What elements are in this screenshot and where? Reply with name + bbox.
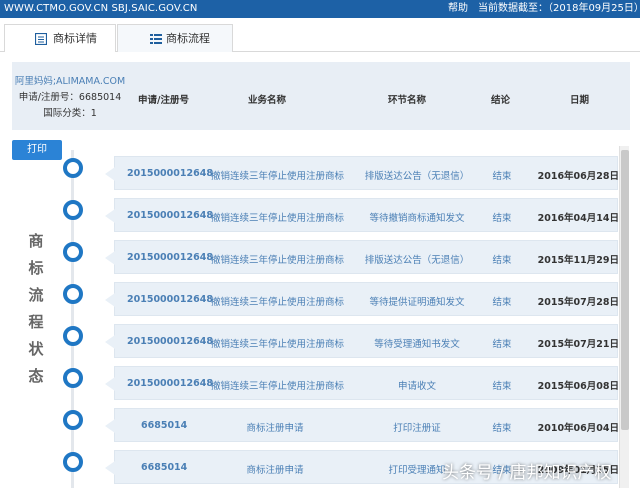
row-date: 2015年06月08日	[537, 381, 619, 392]
international-class: 国际分类：1	[43, 108, 97, 119]
row-step: 申请收文	[397, 381, 436, 392]
timeline-node	[63, 284, 83, 304]
row-step: 等待提供证明通知发文	[369, 297, 465, 308]
row-reg-number: 2015000012648	[127, 252, 213, 263]
row-step: 等待撤销商标通知发文	[369, 213, 465, 224]
row-business: 撤销连续三年停止使用注册商标	[211, 255, 345, 266]
tab-trademark-process[interactable]: 商标流程	[117, 24, 233, 52]
title-char: 态	[28, 367, 44, 385]
row-reg-number: 6685014	[141, 462, 188, 473]
row-business: 撤销连续三年停止使用注册商标	[211, 171, 345, 182]
row-result: 结束	[492, 339, 512, 350]
tab-label: 商标流程	[166, 32, 210, 45]
col-step-name: 环节名称	[388, 95, 427, 106]
row-result: 结束	[492, 381, 512, 392]
process-row[interactable]: 2015000012648 撤销连续三年停止使用注册商标 排版送达公告（无退信）…	[105, 240, 619, 274]
site-urls: WWW.CTMO.GOV.CN SBJ.SAIC.GOV.CN	[4, 3, 198, 14]
row-result: 结束	[492, 213, 512, 224]
row-pointer	[105, 461, 115, 475]
list-icon	[150, 34, 162, 44]
title-char: 程	[28, 313, 44, 331]
col-business-name: 业务名称	[248, 95, 287, 106]
row-reg-number: 2015000012648	[127, 336, 213, 347]
row-result: 结束	[492, 423, 512, 434]
title-char: 标	[28, 259, 44, 277]
row-business: 商标注册申请	[246, 465, 304, 476]
timeline-node	[63, 368, 83, 388]
process-row[interactable]: 2015000012648 撤销连续三年停止使用注册商标 等待受理通知书发文 结…	[105, 324, 619, 358]
col-reg-number: 申请/注册号	[138, 95, 189, 106]
data-cutoff-date: 当前数据截至：（2018年09月25日）	[478, 3, 640, 14]
process-row[interactable]: 2015000012648 撤销连续三年停止使用注册商标 等待撤销商标通知发文 …	[105, 198, 619, 232]
owner-name: 阿里妈妈;ALIMAMA.COM	[14, 76, 126, 87]
process-row[interactable]: 6685014 商标注册申请 打印注册证 结束 2010年06月04日	[105, 408, 619, 442]
row-pointer	[105, 293, 115, 307]
watermark-text: 头条号 / 唐邦知识产权	[442, 463, 612, 483]
scrollbar-thumb[interactable]	[621, 150, 629, 430]
timeline-node	[63, 326, 83, 346]
row-date: 2015年07月21日	[537, 339, 619, 350]
scrollbar[interactable]	[619, 146, 629, 488]
col-result: 结论	[491, 95, 511, 106]
timeline-node	[63, 242, 83, 262]
row-result: 结束	[492, 297, 512, 308]
timeline-node	[63, 452, 83, 472]
row-reg-number: 2015000012648	[127, 210, 213, 221]
row-business: 撤销连续三年停止使用注册商标	[211, 381, 345, 392]
process-row[interactable]: 2015000012648 撤销连续三年停止使用注册商标 等待提供证明通知发文 …	[105, 282, 619, 316]
row-date: 2015年11月29日	[537, 255, 619, 266]
row-pointer	[105, 335, 115, 349]
row-business: 商标注册申请	[246, 423, 304, 434]
row-reg-number: 2015000012648	[127, 168, 213, 179]
title-char: 流	[28, 286, 44, 304]
row-pointer	[105, 377, 115, 391]
row-business: 撤销连续三年停止使用注册商标	[211, 213, 345, 224]
row-step: 等待受理通知书发文	[374, 339, 460, 350]
row-step: 排版送达公告（无退信）	[364, 171, 470, 182]
help-link[interactable]: 帮助	[448, 0, 468, 18]
timeline-node	[63, 200, 83, 220]
row-reg-number: 2015000012648	[127, 378, 213, 389]
row-result: 结束	[492, 255, 512, 266]
process-row[interactable]: 2015000012648 撤销连续三年停止使用注册商标 申请收文 结束 201…	[105, 366, 619, 400]
timeline-node	[63, 158, 83, 178]
row-date: 2015年07月28日	[537, 297, 619, 308]
process-status-title: 商 标 流 程 状 态	[24, 228, 48, 390]
registration-number: 申请/注册号：6685014	[18, 92, 122, 103]
title-char: 状	[28, 340, 44, 358]
row-step: 打印注册证	[393, 423, 441, 434]
tab-label: 商标详情	[53, 32, 97, 45]
print-button[interactable]: 打印	[12, 140, 62, 160]
title-char: 商	[28, 232, 44, 250]
row-reg-number: 6685014	[141, 420, 188, 431]
row-pointer	[105, 251, 115, 265]
row-business: 撤销连续三年停止使用注册商标	[211, 339, 345, 350]
top-bar: WWW.CTMO.GOV.CN SBJ.SAIC.GOV.CN 帮助 当前数据截…	[0, 0, 640, 18]
row-pointer	[105, 167, 115, 181]
row-date: 2016年04月14日	[537, 213, 619, 224]
col-date: 日期	[570, 95, 590, 106]
row-pointer	[105, 209, 115, 223]
row-date: 2016年06月28日	[537, 171, 619, 182]
row-step: 排版送达公告（无退信）	[364, 255, 470, 266]
row-business: 撤销连续三年停止使用注册商标	[211, 297, 345, 308]
timeline-node	[63, 410, 83, 430]
tab-trademark-details[interactable]: 商标详情	[4, 24, 116, 52]
trademark-info-box: 阿里妈妈;ALIMAMA.COM 申请/注册号：6685014 国际分类：1	[12, 62, 128, 130]
process-row[interactable]: 2015000012648 撤销连续三年停止使用注册商标 排版送达公告（无退信）…	[105, 156, 619, 190]
row-reg-number: 2015000012648	[127, 294, 213, 305]
document-icon	[35, 33, 47, 45]
row-pointer	[105, 419, 115, 433]
tab-bar: 商标详情 商标流程	[0, 24, 640, 52]
table-header: 申请/注册号 业务名称 环节名称 结论 日期	[128, 62, 630, 130]
row-date: 2010年06月04日	[537, 423, 619, 434]
row-result: 结束	[492, 171, 512, 182]
